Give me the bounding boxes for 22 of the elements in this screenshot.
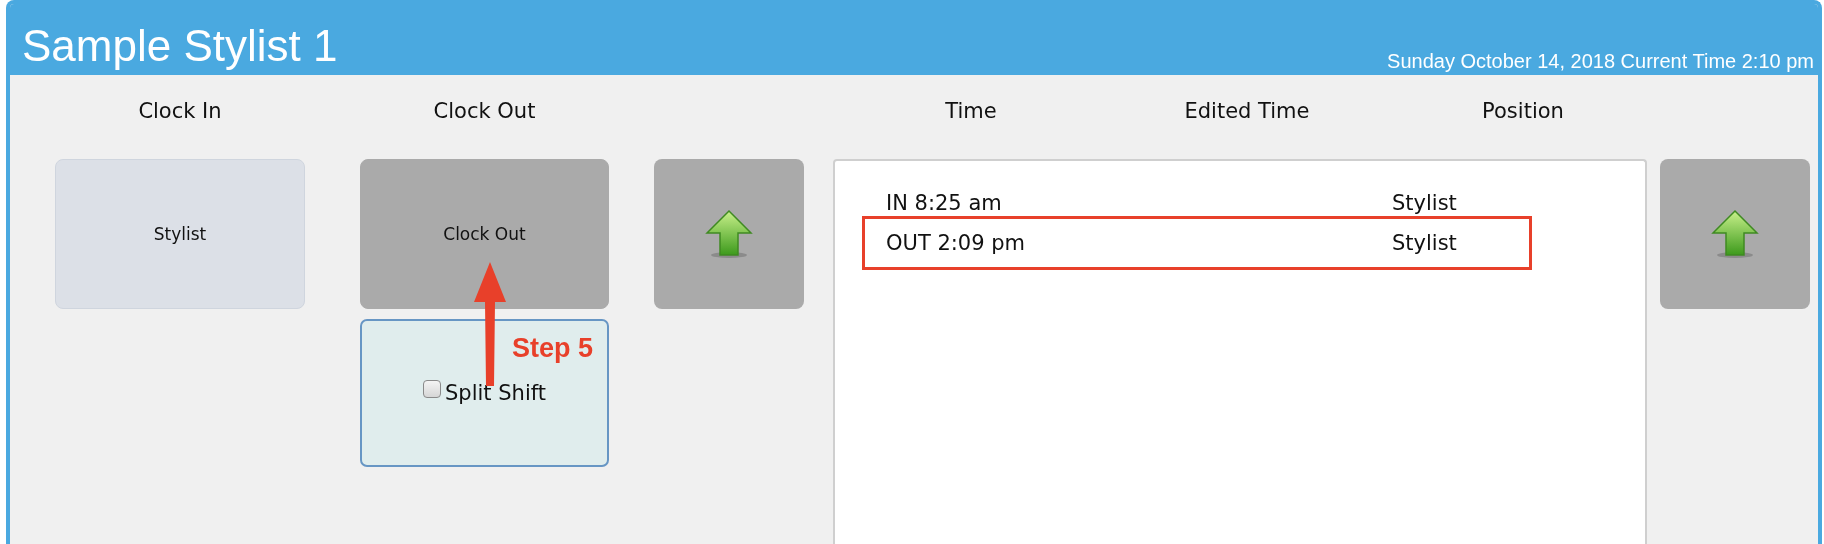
punch-time: IN 8:25 am [886, 191, 1003, 215]
punch-position: Stylist [1392, 191, 1458, 215]
annotation-label: Step 5 [512, 333, 594, 364]
column-header: Time [944, 98, 998, 125]
clock-out-button[interactable]: Clock Out [360, 159, 609, 309]
up-button[interactable] [1660, 159, 1810, 309]
punch-position: Stylist [1392, 231, 1458, 255]
up-arrow-icon [705, 209, 753, 259]
position-button[interactable]: Stylist [55, 159, 305, 309]
punch-time: OUT 2:09 pm [886, 231, 1027, 255]
window-title: Sample Stylist 1 [22, 20, 338, 72]
column-label: Clock In [137, 98, 223, 125]
up-arrow-icon [1711, 209, 1759, 259]
date-time: Sunday October 14, 2018 Current Time 2:10 pm [1387, 49, 1814, 74]
column-header: Position [1481, 98, 1565, 125]
column-label: Clock Out [432, 98, 537, 125]
checkbox[interactable] [423, 380, 441, 398]
punch-row[interactable]: OUT 2:09 pm Stylist [869, 223, 1525, 263]
up-button[interactable] [654, 159, 804, 309]
column-header: Edited Time [1183, 98, 1311, 125]
punch-row[interactable]: IN 8:25 am Stylist [869, 183, 1525, 223]
split-shift-checkbox[interactable]: Split Shift [423, 381, 546, 405]
